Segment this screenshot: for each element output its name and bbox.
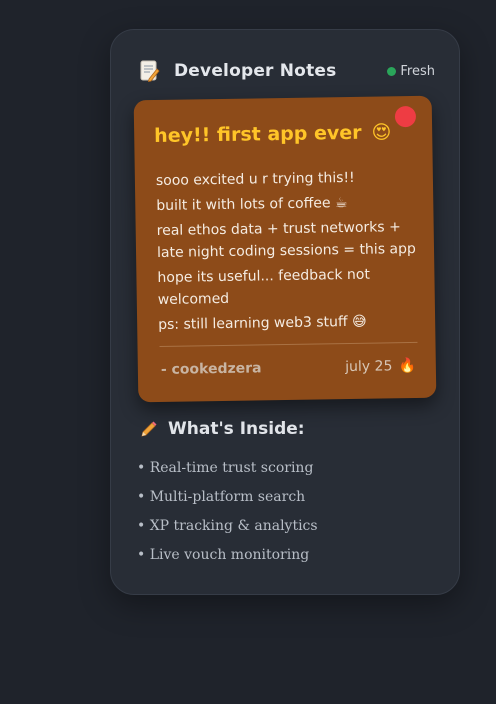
card-header: Developer Notes Fresh (140, 58, 435, 84)
note-date-text: july 25 (345, 358, 393, 376)
status-badge: Fresh (387, 64, 435, 79)
whats-inside-title: What's Inside: (168, 419, 305, 439)
developer-notes-card: Developer Notes Fresh hey!! first app ev… (110, 29, 460, 595)
note-lines: sooo excited u r trying this!! built it … (156, 166, 418, 339)
status-dot (387, 66, 397, 76)
note-title-text: hey!! first app ever (154, 121, 362, 148)
note-date: july 25 🔥 (345, 358, 416, 375)
note-divider (159, 341, 418, 347)
note-line: sooo excited u r trying this!! (155, 169, 355, 190)
note-line: real ethos data + trust networks + late … (156, 219, 416, 262)
feature-item: • XP tracking & analytics (137, 518, 318, 534)
whats-inside-heading: What's Inside: (139, 419, 305, 439)
feature-item: • Real-time trust scoring (137, 460, 314, 476)
note-line: ps: still learning web3 stuff 😅 (158, 313, 367, 334)
note-title: hey!! first app ever 😍 (154, 121, 392, 147)
note-line: built it with lots of coffee ☕ (156, 195, 348, 215)
feature-item: • Multi-platform search (137, 489, 306, 505)
feature-list: • Real-time trust scoring • Multi-platfo… (137, 454, 318, 570)
status-label: Fresh (400, 63, 435, 79)
card-title: Developer Notes (174, 61, 337, 81)
document-icon (140, 60, 160, 83)
pencil-icon (139, 420, 158, 439)
pin-icon (394, 105, 417, 128)
note-line: hope its useful... feedback not welcomed (157, 266, 371, 309)
feature-item: • Live vouch monitoring (137, 547, 310, 563)
heart-eyes-emoji-icon: 😍 (371, 121, 392, 144)
note-author: - cookedzera (160, 360, 262, 378)
flame-icon: 🔥 (398, 357, 416, 375)
sticky-note: hey!! first app ever 😍 sooo excited u r … (133, 95, 437, 403)
